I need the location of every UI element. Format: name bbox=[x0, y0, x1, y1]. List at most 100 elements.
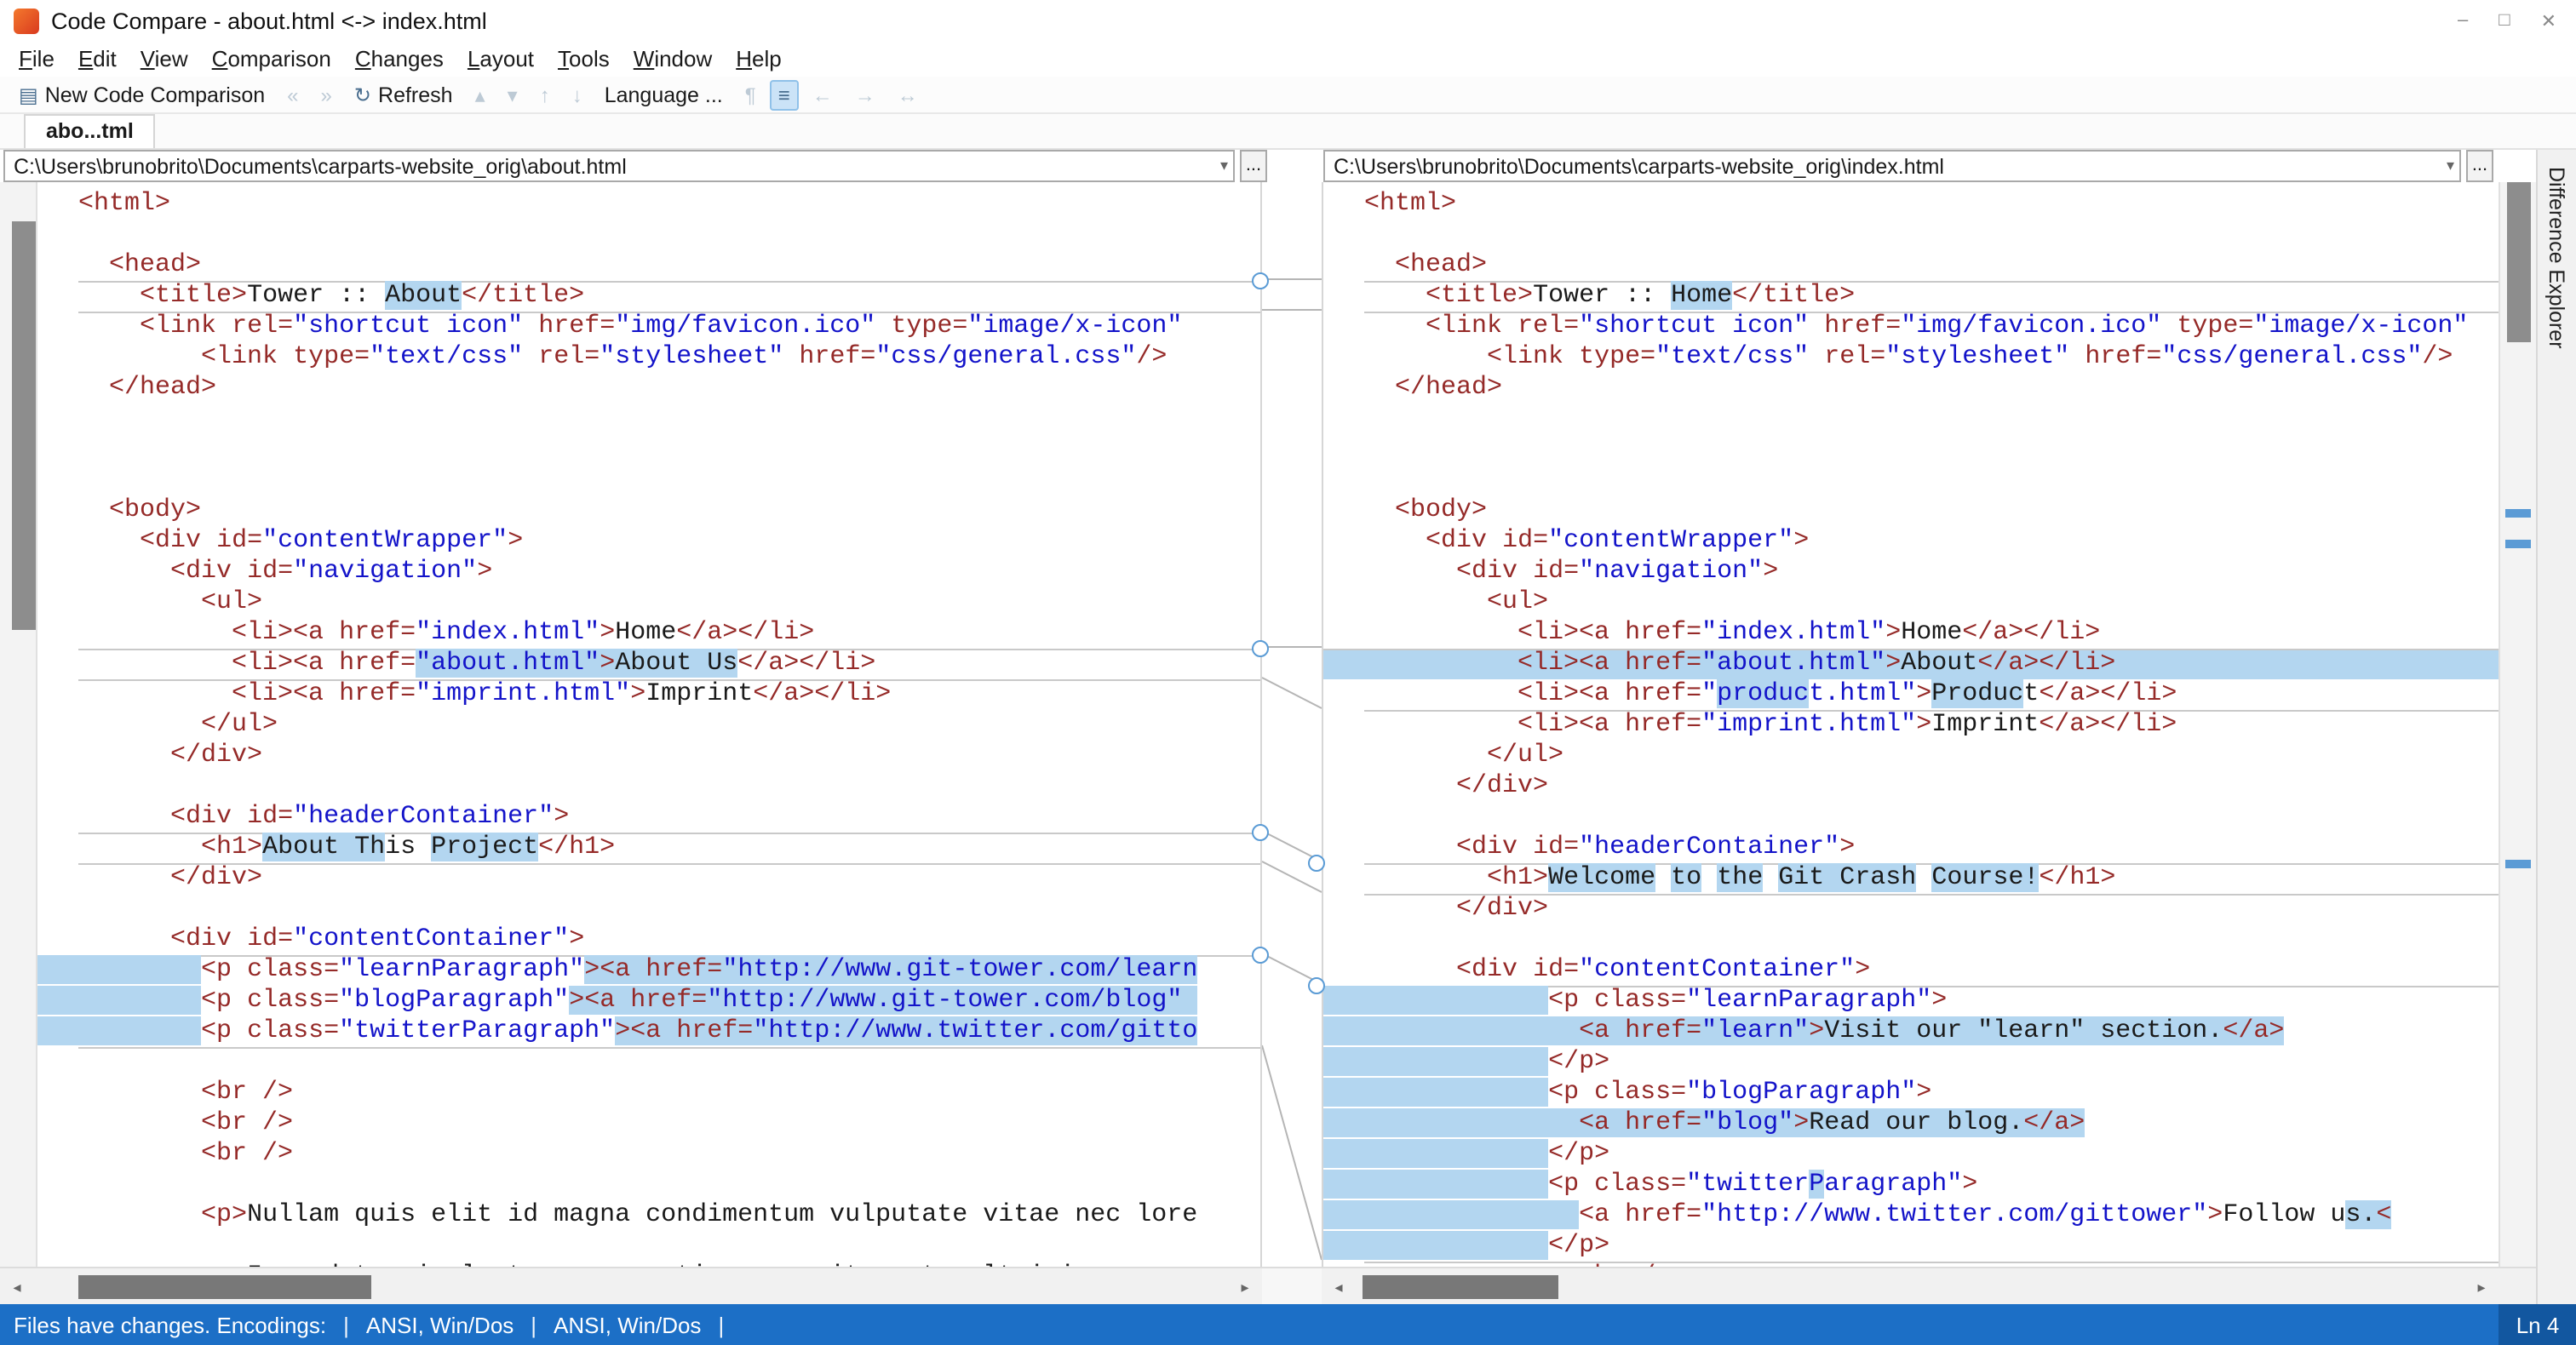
code-line: <div id="contentContainer"> bbox=[170, 924, 585, 953]
merge-change-button[interactable] bbox=[1308, 977, 1325, 994]
left-diff-map-scrollbar[interactable] bbox=[0, 182, 37, 1267]
maximize-button[interactable]: □ bbox=[2499, 9, 2510, 31]
merge-change-button[interactable] bbox=[1252, 947, 1269, 964]
code-line: <head> bbox=[1395, 250, 1488, 279]
code-line: </div> bbox=[78, 863, 1260, 894]
menu-help[interactable]: Help bbox=[724, 43, 794, 75]
code-line: <p>Nullam quis elit id magna condimentum… bbox=[201, 1200, 1198, 1229]
code-line: <body> bbox=[1395, 495, 1488, 524]
code-line: <a href="learn">Visit our "learn" sectio… bbox=[1323, 1016, 2499, 1047]
code-line: <div id="headerContainer"> bbox=[1456, 833, 1856, 861]
code-line: <a href="http://www.twitter.com/gittower… bbox=[1323, 1200, 2499, 1231]
line-indicator: Ln 4 bbox=[2499, 1304, 2576, 1345]
menu-window[interactable]: Window bbox=[622, 43, 725, 75]
code-line: <ul> bbox=[201, 587, 263, 616]
code-line: <p class="twitterParagraph"> bbox=[1323, 1170, 2499, 1200]
status-separator: | bbox=[718, 1312, 725, 1337]
language-menu[interactable]: Language ... bbox=[596, 79, 731, 110]
chevron-down-icon[interactable]: ▾ bbox=[1220, 157, 1228, 175]
left-code-editor[interactable]: <html> <head> <title>Tower :: About</tit… bbox=[37, 182, 1262, 1267]
left-file-path: C:\Users\brunobrito\Documents\carparts-w… bbox=[14, 154, 627, 178]
scroll-right-icon[interactable]: ▸ bbox=[2468, 1273, 2495, 1301]
chevron-down-icon[interactable]: ▾ bbox=[2447, 157, 2454, 175]
diff-map-mark[interactable] bbox=[2505, 509, 2531, 518]
scrollbar-corner bbox=[2499, 1267, 2536, 1304]
code-line: <p class="learnParagraph"><a href="http:… bbox=[37, 955, 1260, 986]
code-line: </p> bbox=[1323, 1139, 2499, 1170]
status-bar: Files have changes. Encodings: | ANSI, Wi… bbox=[0, 1304, 2576, 1345]
menu-edit[interactable]: Edit bbox=[66, 43, 129, 75]
menu-bar: File Edit View Comparison Changes Layout Tools… bbox=[0, 41, 2576, 77]
code-line: <li><a href="product.html">Product</a></… bbox=[1517, 679, 2177, 708]
menu-comparison[interactable]: Comparison bbox=[200, 43, 343, 75]
scroll-right-icon[interactable]: ▸ bbox=[1231, 1273, 1259, 1301]
minimize-button[interactable]: – bbox=[2458, 9, 2468, 31]
menu-layout[interactable]: Layout bbox=[456, 43, 546, 75]
title-bar: Code Compare - about.html <-> index.html… bbox=[0, 0, 2576, 41]
code-line: <h1>Welcome to the Git Crash Course!</h1… bbox=[1364, 863, 2499, 894]
diff-map-mark[interactable] bbox=[2505, 540, 2531, 548]
scroll-left-icon[interactable]: ◂ bbox=[3, 1273, 31, 1301]
code-line: <li><a href="index.html">Home</a></li> bbox=[1517, 618, 2101, 647]
diff-connector-area bbox=[1262, 278, 1322, 1261]
menu-changes[interactable]: Changes bbox=[343, 43, 456, 75]
right-code-editor[interactable]: <html> <head> <title>Tower :: Home</titl… bbox=[1322, 182, 2499, 1267]
scroll-left-icon[interactable]: ◂ bbox=[1325, 1273, 1352, 1301]
left-browse-button[interactable]: ... bbox=[1240, 150, 1267, 182]
menu-tools[interactable]: Tools bbox=[546, 43, 622, 75]
last-difference-icon: ↓ bbox=[571, 83, 582, 106]
code-line: <head> bbox=[109, 250, 202, 279]
left-horizontal-scrollbar[interactable]: ◂ ▸ bbox=[0, 1267, 1262, 1304]
right-map-thumb[interactable] bbox=[2507, 182, 2531, 342]
code-line: </div> bbox=[170, 741, 263, 770]
right-browse-button[interactable]: ... bbox=[2466, 150, 2493, 182]
code-line: </head> bbox=[1395, 373, 1503, 402]
menu-view[interactable]: View bbox=[129, 43, 200, 75]
refresh-button[interactable]: ↻ Refresh bbox=[346, 79, 462, 110]
diff-map-mark[interactable] bbox=[2505, 860, 2531, 868]
merge-change-button[interactable] bbox=[1252, 824, 1269, 841]
right-diff-map-scrollbar[interactable] bbox=[2499, 182, 2536, 1267]
scrollbar-gap bbox=[1262, 1267, 1322, 1304]
code-line: </div> bbox=[1456, 771, 1549, 800]
left-file-path-combo[interactable]: C:\Users\brunobrito\Documents\carparts-w… bbox=[3, 150, 1235, 182]
right-horizontal-scrollbar[interactable]: ◂ ▸ bbox=[1322, 1267, 2499, 1304]
left-hscroll-thumb[interactable] bbox=[78, 1275, 371, 1299]
code-line: <a href="blog">Read our blog.</a> bbox=[1323, 1108, 2499, 1139]
left-map-thumb[interactable] bbox=[12, 221, 36, 630]
copy-to-right-icon: → bbox=[854, 83, 875, 106]
merge-change-button[interactable] bbox=[1252, 272, 1269, 289]
previous-difference-icon: ▴ bbox=[474, 83, 485, 106]
code-line: <div id="contentWrapper"> bbox=[1426, 526, 1810, 555]
difference-explorer-tab[interactable]: Difference Explorer bbox=[2536, 150, 2576, 1304]
right-hscroll-thumb[interactable] bbox=[1363, 1275, 1558, 1299]
code-line: <link type="text/css" rel="stylesheet" h… bbox=[201, 342, 1168, 371]
show-changes-icon[interactable]: ≡ bbox=[769, 79, 799, 110]
right-file-path-combo[interactable]: C:\Users\brunobrito\Documents\carparts-w… bbox=[1323, 150, 2461, 182]
code-line: <title>Tower :: About</title> bbox=[78, 281, 1260, 312]
code-line: <li><a href="imprint.html">Imprint</a></… bbox=[78, 679, 1260, 710]
close-button[interactable]: ✕ bbox=[2541, 9, 2556, 31]
merge-change-button[interactable] bbox=[1308, 855, 1325, 872]
merge-change-button[interactable] bbox=[1252, 640, 1269, 657]
status-encodings: | ANSI, Win/Dos | ANSI, Win/Dos | bbox=[343, 1312, 724, 1337]
code-line: <link rel="shortcut icon" href="img/favi… bbox=[1364, 312, 2499, 342]
window-controls: – □ ✕ bbox=[2458, 9, 2563, 31]
menu-file[interactable]: File bbox=[7, 43, 66, 75]
status-message: Files have changes. Encodings: bbox=[14, 1312, 327, 1337]
code-line: <div id="navigation"> bbox=[1456, 557, 1779, 586]
tab-about-html[interactable]: abo...tml bbox=[24, 114, 156, 148]
window-title: Code Compare - about.html <-> index.html bbox=[51, 8, 487, 33]
new-code-comparison-button[interactable]: ▤ New Code Comparison bbox=[10, 79, 273, 110]
status-separator: | bbox=[531, 1312, 537, 1337]
code-line: </head> bbox=[109, 373, 217, 402]
first-difference-icon: ↑ bbox=[539, 83, 550, 106]
toolbar: ▤ New Code Comparison « » ↻ Refresh ▴ ▾ ↑ ↓ Langua… bbox=[0, 77, 2576, 114]
